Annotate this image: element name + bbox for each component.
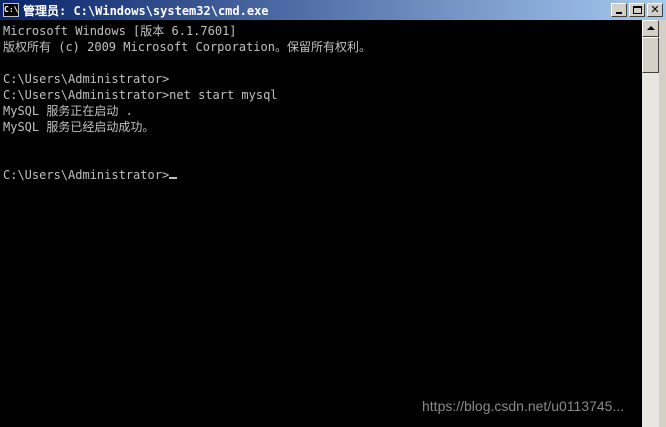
console-line: MySQL 服务已经启动成功。 bbox=[3, 120, 155, 134]
cmd-app-icon[interactable]: C:\ bbox=[3, 3, 19, 17]
watermark: https://blog.csdn.net/u0113745... bbox=[422, 398, 625, 414]
window-frame-right bbox=[659, 20, 666, 427]
cmd-window: C:\ 管理员: C:\Windows\system32\cmd.exe ✕ M… bbox=[0, 0, 666, 427]
vertical-scrollbar[interactable] bbox=[642, 20, 659, 427]
minimize-button[interactable] bbox=[611, 3, 627, 17]
console-line: 版权所有 (c) 2009 Microsoft Corporation。保留所有… bbox=[3, 40, 371, 54]
console-prompt: C:\Users\Administrator> bbox=[3, 168, 170, 182]
window-controls: ✕ bbox=[611, 3, 663, 17]
close-button[interactable]: ✕ bbox=[647, 3, 663, 17]
scroll-thumb[interactable] bbox=[642, 37, 659, 73]
arrow-up-icon bbox=[647, 26, 655, 30]
console-output[interactable]: Microsoft Windows [版本 6.1.7601] 版权所有 (c)… bbox=[0, 20, 642, 427]
title-bar[interactable]: C:\ 管理员: C:\Windows\system32\cmd.exe ✕ bbox=[0, 0, 666, 20]
scroll-up-button[interactable] bbox=[642, 20, 659, 37]
console-line: C:\Users\Administrator> bbox=[3, 72, 170, 86]
maximize-button[interactable] bbox=[629, 3, 645, 17]
window-title: 管理员: C:\Windows\system32\cmd.exe bbox=[23, 3, 269, 18]
text-cursor bbox=[169, 177, 178, 179]
minimize-icon bbox=[616, 12, 622, 14]
console-line: MySQL 服务正在启动 . bbox=[3, 104, 133, 118]
maximize-icon bbox=[633, 6, 642, 14]
console-prompt-line[interactable]: C:\Users\Administrator> bbox=[3, 167, 178, 183]
console-line: Microsoft Windows [版本 6.1.7601] bbox=[3, 24, 237, 38]
console-line: C:\Users\Administrator>net start mysql bbox=[3, 88, 278, 102]
close-icon: ✕ bbox=[650, 3, 660, 16]
